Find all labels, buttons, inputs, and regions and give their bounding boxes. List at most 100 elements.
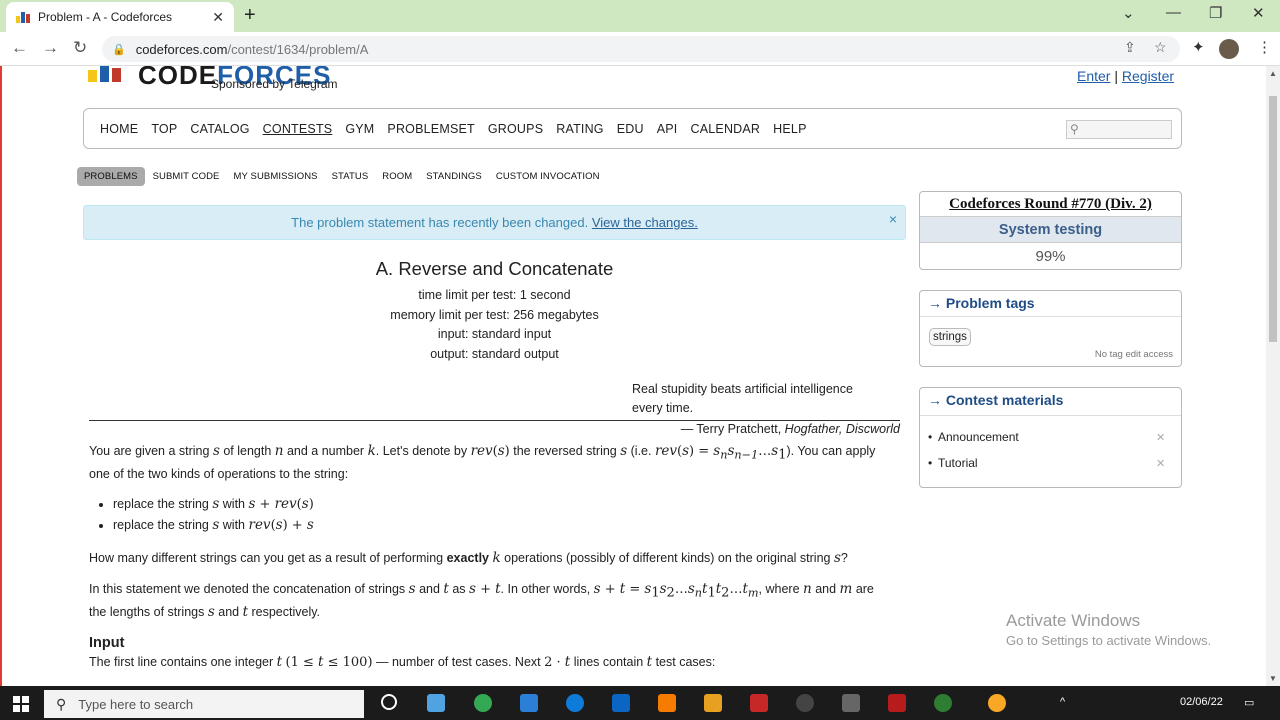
app-icon[interactable]: [750, 694, 768, 712]
tab-search-icon[interactable]: ⌄: [1122, 4, 1135, 22]
problem-tags-box: → Problem tags strings No tag edit acces…: [919, 290, 1182, 367]
menu-item-contests[interactable]: CONTESTS: [263, 122, 333, 136]
menu-item-edu[interactable]: EDU: [617, 122, 644, 136]
tab-strip: Problem - A - Codeforces ✕ + ⌄ — ❐ ✕: [0, 0, 1280, 32]
task-view-icon[interactable]: [381, 694, 397, 710]
scrollbar-thumb[interactable]: [1269, 96, 1277, 342]
main-menu-items: HOME TOP CATALOG CONTESTS GYM PROBLEMSET GROUP…: [100, 122, 820, 136]
menu-item-rating[interactable]: RATING: [556, 122, 604, 136]
view-changes-link[interactable]: View the changes.: [592, 215, 698, 230]
contest-materials-box: → Contest materials Announcement ✕ Tutor…: [919, 387, 1182, 488]
forward-icon[interactable]: →: [42, 38, 59, 58]
alert-close-icon[interactable]: ×: [889, 211, 897, 227]
menu-item-help[interactable]: HELP: [773, 122, 806, 136]
url-field[interactable]: 🔒 codeforces.com/contest/1634/problem/A: [102, 36, 1180, 62]
weather-icon[interactable]: [988, 694, 1006, 712]
subnav-my-submissions[interactable]: MY SUBMISSIONS: [234, 171, 318, 182]
app-icon[interactable]: [796, 694, 814, 712]
statement-body: You are given a string s of length n and…: [89, 442, 894, 685]
contest-name-link[interactable]: Codeforces Round #770 (Div. 2): [920, 192, 1181, 217]
scroll-up-icon[interactable]: ▲: [1269, 69, 1277, 78]
reload-icon[interactable]: ↻: [73, 38, 87, 58]
search-icon: ⚲: [56, 695, 67, 712]
menu-item-gym[interactable]: GYM: [345, 122, 374, 136]
app-icon[interactable]: [842, 694, 860, 712]
profile-avatar[interactable]: [1219, 39, 1239, 59]
taskbar-search-input[interactable]: ⚲ Type here to search: [44, 690, 364, 718]
epigraph-author: — Terry Pratchett, Hogfather, Discworld: [680, 422, 900, 436]
site-search-input[interactable]: ⚲: [1066, 120, 1172, 139]
menu-item-catalog[interactable]: CATALOG: [190, 122, 249, 136]
app-icon[interactable]: [888, 694, 906, 712]
tray-chevron-icon[interactable]: ^: [1060, 696, 1065, 708]
url-text: codeforces.com/contest/1634/problem/A: [135, 41, 369, 57]
time-limit: time limit per test: 1 second: [418, 288, 571, 302]
contest-phase: System testing: [920, 217, 1181, 243]
contest-materials-title[interactable]: → Contest materials: [920, 388, 1181, 416]
problem-title: A. Reverse and Concatenate: [375, 258, 614, 279]
subnav-standings[interactable]: STANDINGS: [426, 171, 482, 182]
scroll-down-icon[interactable]: ▼: [1269, 674, 1277, 683]
windows-taskbar: ⚲ Type here to search ^ 02/06/22 ▭: [0, 686, 1280, 720]
tag-badge[interactable]: strings: [929, 328, 971, 346]
epigraph-line: Real stupidity beats artificial intellig…: [632, 382, 853, 396]
output-spec: output: standard output: [430, 346, 559, 361]
back-icon[interactable]: ←: [11, 38, 28, 58]
remove-material-icon[interactable]: ✕: [1156, 431, 1165, 444]
subnav-status[interactable]: STATUS: [332, 171, 369, 182]
memory-limit: memory limit per test: 256 megabytes: [390, 307, 599, 322]
subnav-custom-invocation[interactable]: CUSTOM INVOCATION: [496, 171, 600, 182]
taskbar-search-placeholder: Type here to search: [78, 696, 194, 712]
subnav-submit-code[interactable]: SUBMIT CODE: [153, 171, 220, 182]
tab-close-icon[interactable]: ✕: [212, 9, 224, 26]
menu-item-top[interactable]: TOP: [151, 122, 177, 136]
watermark-line: Activate Windows: [1006, 611, 1141, 630]
operations-list: replace the string s with s + rev(s) rep…: [113, 494, 894, 536]
list-item: replace the string s with s + rev(s): [113, 494, 894, 515]
share-icon[interactable]: ⇪: [1124, 39, 1136, 56]
bookmark-star-icon[interactable]: ☆: [1154, 39, 1167, 56]
register-link[interactable]: Register: [1122, 68, 1174, 84]
address-bar: ← → ↻ 🔒 codeforces.com/contest/1634/prob…: [0, 32, 1280, 66]
statement-paragraph: In this statement we denoted the concate…: [89, 581, 874, 621]
app-icon[interactable]: [658, 694, 676, 712]
menu-item-home[interactable]: HOME: [100, 122, 138, 136]
minimize-icon[interactable]: —: [1166, 4, 1181, 21]
notifications-icon[interactable]: ▭: [1244, 696, 1254, 709]
auth-links: Enter | Register: [1077, 68, 1174, 84]
linkedin-icon[interactable]: [612, 694, 630, 712]
statement-paragraph: How many different strings can you get a…: [89, 549, 848, 566]
auth-separator: |: [1114, 68, 1118, 84]
browser-tab[interactable]: Problem - A - Codeforces ✕: [6, 2, 234, 32]
start-button-icon[interactable]: [13, 696, 29, 712]
activate-windows-watermark: Activate Windows Go to Settings to activ…: [1006, 611, 1211, 648]
edge-icon[interactable]: [566, 694, 584, 712]
browser-menu-icon[interactable]: ⋮: [1257, 38, 1272, 56]
subnav-problems[interactable]: PROBLEMS: [77, 167, 145, 186]
extensions-icon[interactable]: ✦: [1192, 38, 1205, 56]
list-item: replace the string s with rev(s) + s: [113, 515, 894, 536]
close-window-icon[interactable]: ✕: [1252, 4, 1265, 22]
material-link-tutorial[interactable]: Tutorial: [928, 456, 977, 470]
menu-item-groups[interactable]: GROUPS: [488, 122, 543, 136]
problem-tags-title[interactable]: → Problem tags: [920, 291, 1181, 317]
new-tab-button[interactable]: +: [244, 4, 256, 27]
taskbar-date[interactable]: 02/06/22: [1180, 696, 1223, 708]
restore-icon[interactable]: ❐: [1209, 4, 1222, 22]
enter-link[interactable]: Enter: [1077, 68, 1110, 84]
app-icon[interactable]: [934, 694, 952, 712]
menu-item-calendar[interactable]: CALENDAR: [690, 122, 760, 136]
statement-changed-alert: The problem statement has recently been …: [83, 205, 906, 240]
chrome-icon[interactable]: [474, 694, 492, 712]
page-scrollbar[interactable]: ▲ ▼: [1266, 66, 1280, 686]
input-spec: input: standard input: [437, 327, 552, 342]
menu-item-api[interactable]: API: [657, 122, 678, 136]
subnav-room[interactable]: ROOM: [382, 171, 412, 182]
file-explorer-icon[interactable]: [427, 694, 445, 712]
app-icon[interactable]: [704, 694, 722, 712]
remove-material-icon[interactable]: ✕: [1156, 457, 1165, 470]
menu-item-problemset[interactable]: PROBLEMSET: [387, 122, 474, 136]
watermark-line: Go to Settings to activate Windows.: [1006, 633, 1212, 648]
material-link-announcement[interactable]: Announcement: [928, 430, 1019, 444]
vscode-icon[interactable]: [520, 694, 538, 712]
